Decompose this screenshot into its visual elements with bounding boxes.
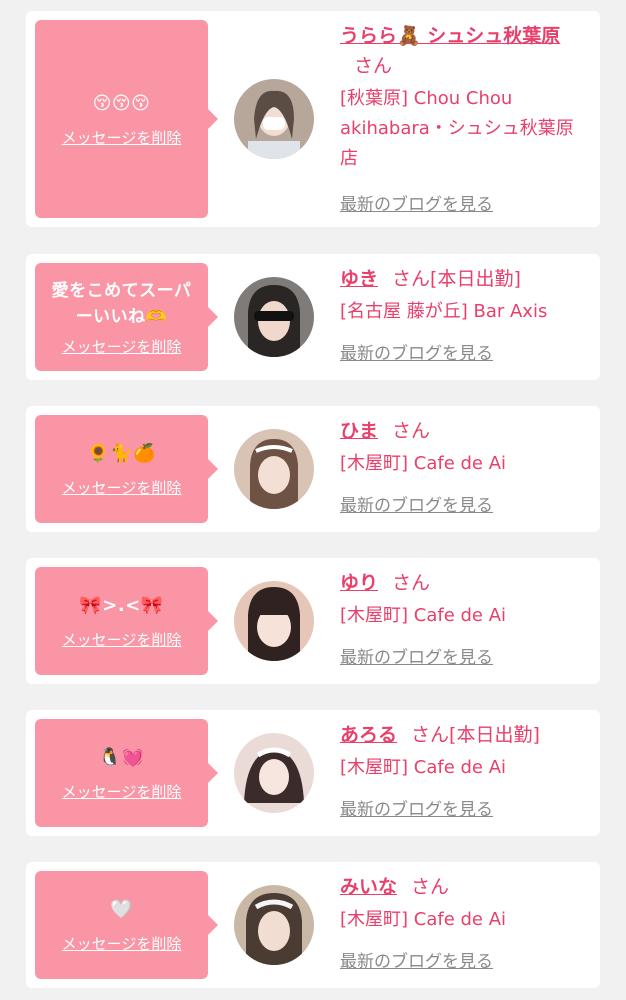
avatar-face xyxy=(258,456,290,494)
cast-info: あろる さん[本日出勤] [木屋町] Cafe de Ai 最新のブログを見る xyxy=(340,720,590,820)
message-bubble: 🐧💓 メッセージを削除 xyxy=(35,719,218,827)
avatar[interactable] xyxy=(234,885,314,965)
list-item: 🌻🐈🍊 メッセージを削除 ひま さん [木屋町] Cafe de Ai 最新のブロ… xyxy=(26,406,600,532)
cast-info: ゆき さん[本日出勤] [名古屋 藤が丘] Bar Axis 最新のブログを見る xyxy=(340,264,590,364)
cast-name-link[interactable]: みいな xyxy=(340,876,397,898)
message-bubble: 愛をこめてスーパーいいね🫶 メッセージを削除 xyxy=(35,263,218,371)
shop-name: [木屋町] Cafe de Ai xyxy=(340,453,507,474)
shop-name: [秋葉原] Chou Chou akihabara・シュシュ秋葉原店 xyxy=(340,88,574,169)
shop-name: [名古屋 藤が丘] Bar Axis xyxy=(340,301,548,322)
shop-name: [木屋町] Cafe de Ai xyxy=(340,909,507,930)
avatar-sunglasses xyxy=(254,311,294,321)
status-badge: [本日出勤] xyxy=(430,268,521,290)
list-item: 🎀>.<🎀 メッセージを削除 ゆり さん [木屋町] Cafe de Ai 最新の… xyxy=(26,558,600,684)
list-item: 愛をこめてスーパーいいね🫶 メッセージを削除 ゆき さん[本日出勤] [名古屋 藤… xyxy=(26,254,600,380)
avatar-photo xyxy=(234,79,314,159)
latest-blog-link[interactable]: 最新のブログを見る xyxy=(340,795,493,820)
honorific: さん xyxy=(411,876,450,898)
latest-blog-link[interactable]: 最新のブログを見る xyxy=(340,190,493,215)
avatar-photo xyxy=(234,429,314,509)
message-text: 🐧💓 xyxy=(98,746,145,768)
message-text: 🤍 xyxy=(110,898,133,920)
delete-message-link[interactable]: メッセージを削除 xyxy=(62,781,182,802)
avatar[interactable] xyxy=(234,277,314,357)
delete-message-link[interactable]: メッセージを削除 xyxy=(62,127,182,148)
avatar-shirt xyxy=(248,141,300,159)
cast-name-link[interactable]: ゆり xyxy=(340,572,378,594)
message-text: 🌻🐈🍊 xyxy=(87,442,156,464)
avatar[interactable] xyxy=(234,429,314,509)
cast-name-link[interactable]: ひま xyxy=(340,420,378,442)
cast-name-link[interactable]: あろる xyxy=(340,724,397,746)
shop-name: [木屋町] Cafe de Ai xyxy=(340,757,507,778)
avatar-face xyxy=(258,911,290,951)
cast-info: うらら🧸 シュシュ秋葉原さん [秋葉原] Chou Chou akihabara… xyxy=(340,21,590,215)
honorific: さん xyxy=(354,55,393,77)
message-list: 😚😚😚 メッセージを削除 うらら🧸 シュシュ秋葉原さん [秋葉原] Chou C… xyxy=(0,0,626,1000)
cast-name-link[interactable]: ゆき xyxy=(340,268,378,290)
message-bubble: 🤍 メッセージを削除 xyxy=(35,871,218,979)
message-bubble: 🌻🐈🍊 メッセージを削除 xyxy=(35,415,218,523)
list-item: 🤍 メッセージを削除 みいな さん [木屋町] Cafe de Ai 最新のブログ… xyxy=(26,862,600,988)
cast-name-link[interactable]: うらら🧸 シュシュ秋葉原 xyxy=(340,25,560,47)
cast-info: ゆり さん [木屋町] Cafe de Ai 最新のブログを見る xyxy=(340,568,590,668)
honorific: さん xyxy=(392,572,431,594)
delete-message-link[interactable]: メッセージを削除 xyxy=(62,629,182,650)
delete-message-link[interactable]: メッセージを削除 xyxy=(62,933,182,954)
honorific: さん xyxy=(392,420,431,442)
status-badge: [本日出勤] xyxy=(449,724,540,746)
cast-info: ひま さん [木屋町] Cafe de Ai 最新のブログを見る xyxy=(340,416,590,516)
latest-blog-link[interactable]: 最新のブログを見る xyxy=(340,491,493,516)
avatar[interactable] xyxy=(234,79,314,159)
message-text: 🎀>.<🎀 xyxy=(79,594,164,616)
message-text: 愛をこめてスーパーいいね🫶 xyxy=(51,280,192,327)
avatar[interactable] xyxy=(234,581,314,661)
honorific: さん xyxy=(392,268,431,290)
latest-blog-link[interactable]: 最新のブログを見る xyxy=(340,643,493,668)
shop-name: [木屋町] Cafe de Ai xyxy=(340,605,507,626)
honorific: さん xyxy=(411,724,450,746)
avatar-photo xyxy=(234,277,314,357)
message-bubble: 🎀>.<🎀 メッセージを削除 xyxy=(35,567,218,675)
latest-blog-link[interactable]: 最新のブログを見る xyxy=(340,947,493,972)
avatar[interactable] xyxy=(234,733,314,813)
avatar-mask xyxy=(263,117,285,130)
avatar-photo xyxy=(234,733,314,813)
list-item: 😚😚😚 メッセージを削除 うらら🧸 シュシュ秋葉原さん [秋葉原] Chou C… xyxy=(26,11,600,227)
delete-message-link[interactable]: メッセージを削除 xyxy=(62,477,182,498)
cast-info: みいな さん [木屋町] Cafe de Ai 最新のブログを見る xyxy=(340,872,590,972)
avatar-photo xyxy=(234,885,314,965)
message-bubble: 😚😚😚 メッセージを削除 xyxy=(35,20,218,218)
avatar-photo xyxy=(234,581,314,661)
avatar-face xyxy=(259,759,289,795)
delete-message-link[interactable]: メッセージを削除 xyxy=(62,336,182,357)
list-item: 🐧💓 メッセージを削除 あろる さん[本日出勤] [木屋町] Cafe de Ai… xyxy=(26,710,600,836)
latest-blog-link[interactable]: 最新のブログを見る xyxy=(340,339,493,364)
message-text: 😚😚😚 xyxy=(92,92,151,114)
